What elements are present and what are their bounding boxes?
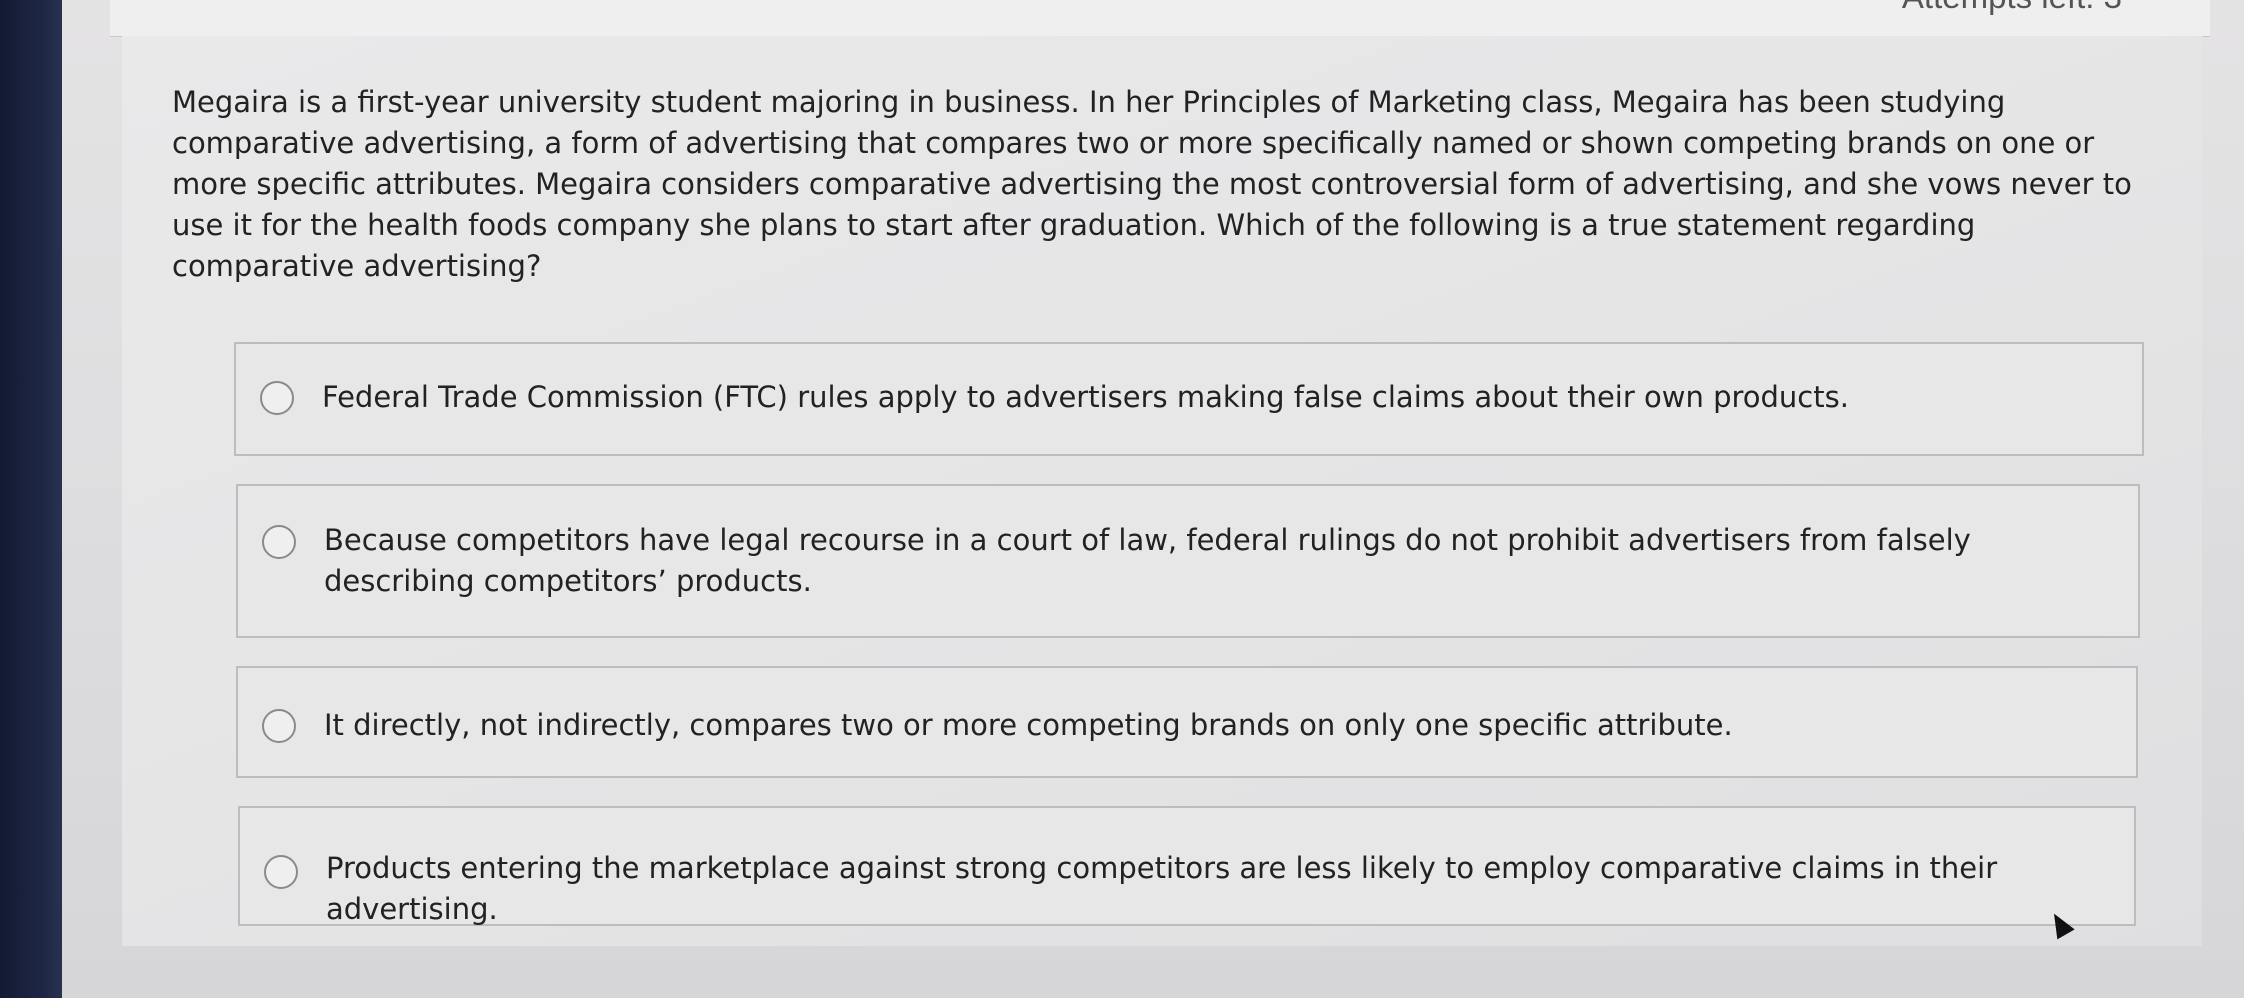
answer-option-label: Because competitors have legal recourse … bbox=[324, 523, 1971, 598]
radio-button-icon[interactable] bbox=[264, 855, 298, 889]
radio-button-icon[interactable] bbox=[262, 709, 296, 743]
top-bar: Attempts left: 3 bbox=[110, 0, 2210, 37]
question-text: Megaira is a first-year university stude… bbox=[172, 85, 2132, 283]
answer-option-4[interactable]: Products entering the marketplace agains… bbox=[238, 806, 2136, 926]
attempts-left-text: Attempts left: 3 bbox=[1902, 0, 2122, 16]
answer-option-2[interactable]: Because competitors have legal recourse … bbox=[236, 484, 2140, 638]
answer-option-label: Products entering the marketplace agains… bbox=[326, 851, 1998, 926]
radio-button-icon[interactable] bbox=[262, 525, 296, 559]
background-edge bbox=[0, 0, 62, 998]
answer-option-label: Federal Trade Commission (FTC) rules app… bbox=[322, 380, 1849, 414]
answer-option-3[interactable]: It directly, not indirectly, compares tw… bbox=[236, 666, 2138, 778]
answer-option-label: It directly, not indirectly, compares tw… bbox=[324, 708, 1733, 742]
answer-option-1[interactable]: Federal Trade Commission (FTC) rules app… bbox=[234, 342, 2144, 456]
radio-button-icon[interactable] bbox=[260, 381, 294, 415]
